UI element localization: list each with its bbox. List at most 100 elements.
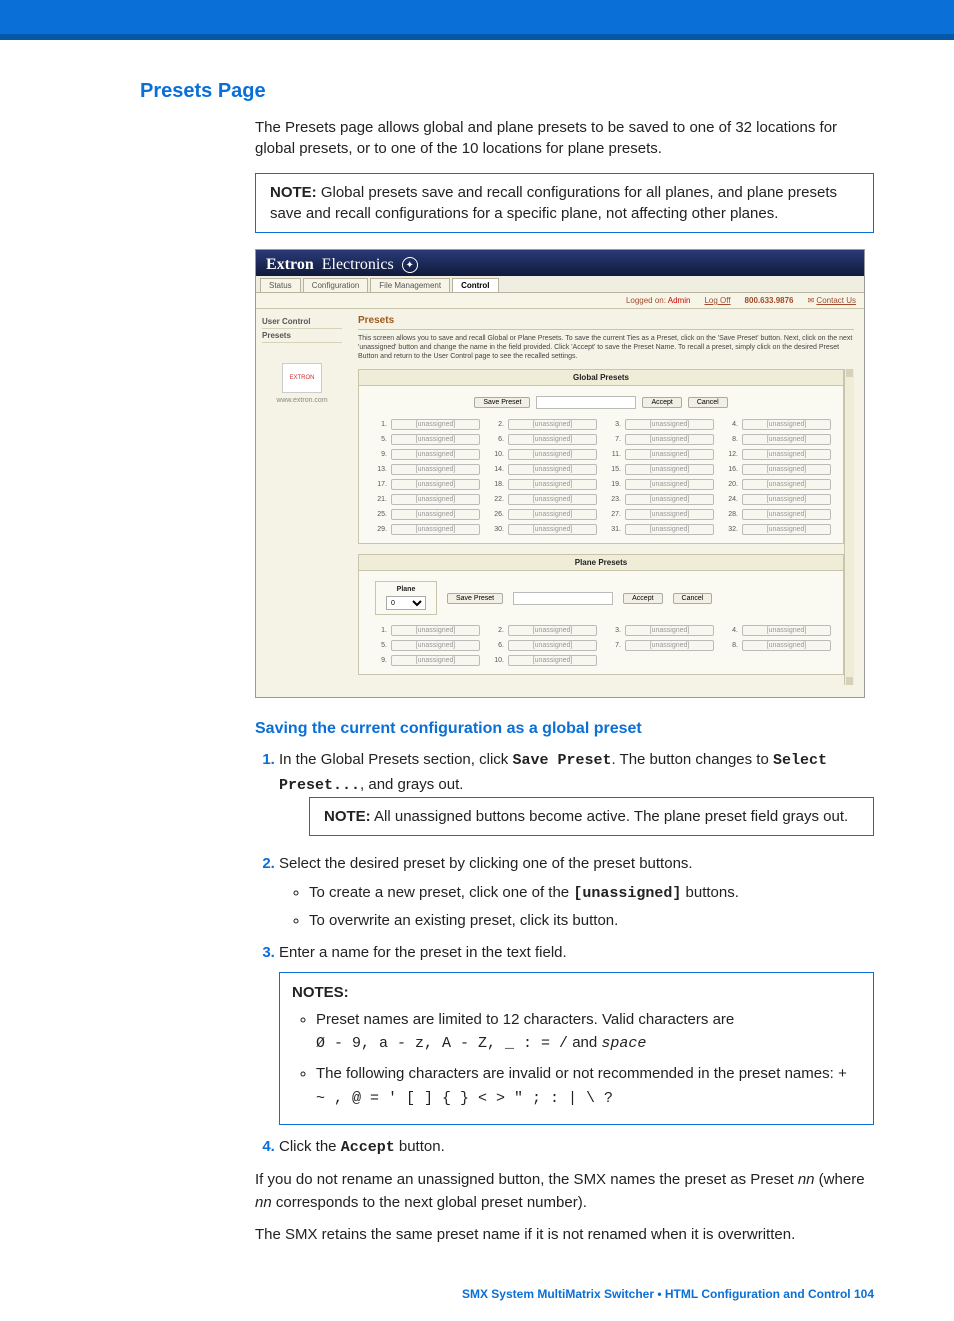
preset-button[interactable]: [unassigned]	[508, 449, 597, 460]
preset-button[interactable]: [unassigned]	[625, 494, 714, 505]
global-preset-grid: 1.[unassigned]2.[unassigned]3.[unassigne…	[359, 419, 843, 535]
preset-button[interactable]: [unassigned]	[391, 640, 480, 651]
preset-button[interactable]: [unassigned]	[742, 449, 831, 460]
extron-logo-icon: EXTRON	[282, 363, 322, 393]
preset-slot: 1.[unassigned]	[371, 419, 480, 430]
preset-button[interactable]: [unassigned]	[391, 625, 480, 636]
preset-number: 20.	[722, 481, 738, 488]
preset-button[interactable]: [unassigned]	[391, 479, 480, 490]
intro-text: The Presets page allows global and plane…	[140, 117, 874, 159]
preset-slot: 14. [unassigned]	[488, 464, 597, 475]
preset-button[interactable]: [unassigned]	[625, 464, 714, 475]
preset-slot: 2.[unassigned]	[488, 419, 597, 430]
preset-button[interactable]: [unassigned]	[391, 494, 480, 505]
tab-configuration[interactable]: Configuration	[303, 278, 369, 292]
preset-number: 2.	[488, 627, 504, 634]
preset-number: 14.	[488, 466, 504, 473]
preset-slot: 10.[unassigned]	[488, 655, 597, 666]
preset-slot: 15.[unassigned]	[605, 464, 714, 475]
preset-button[interactable]: [unassigned]	[391, 464, 480, 475]
preset-number: 5.	[371, 436, 387, 443]
accept-button[interactable]: Accept	[642, 397, 681, 408]
app-infobar: Logged on: Admin Log Off 800.633.9876 ✉ …	[256, 293, 864, 309]
preset-slot: 29.[unassigned]	[371, 524, 480, 535]
preset-number: 24.	[722, 496, 738, 503]
preset-button[interactable]: [unassigned]	[391, 449, 480, 460]
preset-button[interactable]: [unassigned]	[742, 524, 831, 535]
notes-box: NOTES: Preset names are limited to 12 ch…	[279, 972, 874, 1125]
preset-number: 7.	[605, 436, 621, 443]
note-box-step1: NOTE: All unassigned buttons become acti…	[309, 797, 874, 836]
preset-button[interactable]: [unassigned]	[508, 494, 597, 505]
preset-button[interactable]: [unassigned]	[508, 655, 597, 666]
preset-button[interactable]: [unassigned]	[508, 509, 597, 520]
preset-button[interactable]: [unassigned]	[625, 419, 714, 430]
preset-number: 23.	[605, 496, 621, 503]
preset-button[interactable]: [unassigned]	[508, 625, 597, 636]
preset-slot: 26.[unassigned]	[488, 509, 597, 520]
preset-button[interactable]: [unassigned]	[625, 479, 714, 490]
preset-slot: 8.[unassigned]	[722, 640, 831, 651]
global-presets-section: Global Presets Save Preset Accept Cancel…	[358, 369, 844, 544]
sidebar-item-presets[interactable]: Presets	[262, 329, 342, 343]
sidebar-item-user-control[interactable]: User Control	[262, 315, 342, 329]
preset-button[interactable]: [unassigned]	[742, 509, 831, 520]
sidebar-site[interactable]: www.extron.com	[262, 397, 342, 404]
preset-button[interactable]: [unassigned]	[508, 479, 597, 490]
preset-slot: 11.[unassigned]	[605, 449, 714, 460]
mail-icon: ✉	[807, 296, 814, 305]
preset-button[interactable]: [unassigned]	[742, 434, 831, 445]
plane-accept-button[interactable]: Accept	[623, 593, 662, 604]
preset-button[interactable]: [unassigned]	[742, 464, 831, 475]
preset-slot: 20. [unassigned]	[722, 479, 831, 490]
preset-button[interactable]: [unassigned]	[625, 449, 714, 460]
save-preset-button[interactable]: Save Preset	[474, 397, 530, 408]
plane-preset-name-input[interactable]	[513, 592, 613, 605]
plane-cancel-button[interactable]: Cancel	[673, 593, 713, 604]
preset-button[interactable]: [unassigned]	[391, 655, 480, 666]
preset-button[interactable]: [unassigned]	[508, 419, 597, 430]
preset-slot: 18.[unassigned]	[488, 479, 597, 490]
scrollbar[interactable]	[844, 369, 854, 685]
preset-number: 6.	[488, 436, 504, 443]
brand-extron: Extron	[266, 256, 314, 274]
preset-button[interactable]: [unassigned]	[391, 524, 480, 535]
preset-button[interactable]: [unassigned]	[391, 434, 480, 445]
preset-button[interactable]: [unassigned]	[625, 625, 714, 636]
tab-file-management[interactable]: File Management	[370, 278, 450, 292]
preset-button[interactable]: [unassigned]	[742, 479, 831, 490]
plane-select-dropdown[interactable]: 0	[386, 596, 426, 610]
preset-button[interactable]: [unassigned]	[391, 509, 480, 520]
preset-slot: 21.[unassigned]	[371, 494, 480, 505]
app-main-desc: This screen allows you to save and recal…	[358, 334, 854, 361]
global-preset-name-input[interactable]	[536, 396, 636, 409]
preset-slot: 6. [unassigned]	[488, 434, 597, 445]
contact-link[interactable]: ✉ Contact Us	[807, 296, 856, 305]
preset-button[interactable]: [unassigned]	[508, 524, 597, 535]
preset-button[interactable]: [unassigned]	[625, 434, 714, 445]
preset-number: 31.	[605, 526, 621, 533]
preset-button[interactable]: [unassigned]	[742, 640, 831, 651]
preset-slot: 4.[unassigned]	[722, 625, 831, 636]
preset-button[interactable]: [unassigned]	[625, 509, 714, 520]
app-main: Presets This screen allows you to save a…	[348, 309, 864, 697]
preset-button[interactable]: [unassigned]	[742, 494, 831, 505]
tab-status[interactable]: Status	[260, 278, 301, 292]
preset-button[interactable]: [unassigned]	[391, 419, 480, 430]
after-paragraph-1: If you do not rename an unassigned butto…	[255, 1169, 874, 1214]
preset-button[interactable]: [unassigned]	[508, 434, 597, 445]
preset-button[interactable]: [unassigned]	[625, 524, 714, 535]
preset-number: 9.	[371, 657, 387, 664]
preset-number: 10.	[488, 451, 504, 458]
preset-button[interactable]: [unassigned]	[625, 640, 714, 651]
preset-number: 28.	[722, 511, 738, 518]
preset-button[interactable]: [unassigned]	[508, 640, 597, 651]
tab-control[interactable]: Control	[452, 278, 498, 292]
preset-button[interactable]: [unassigned]	[742, 419, 831, 430]
plane-save-preset-button[interactable]: Save Preset	[447, 593, 503, 604]
logoff-link[interactable]: Log Off	[704, 296, 730, 305]
cancel-button[interactable]: Cancel	[688, 397, 728, 408]
preset-slot: 27.[unassigned]	[605, 509, 714, 520]
preset-button[interactable]: [unassigned]	[508, 464, 597, 475]
preset-button[interactable]: [unassigned]	[742, 625, 831, 636]
